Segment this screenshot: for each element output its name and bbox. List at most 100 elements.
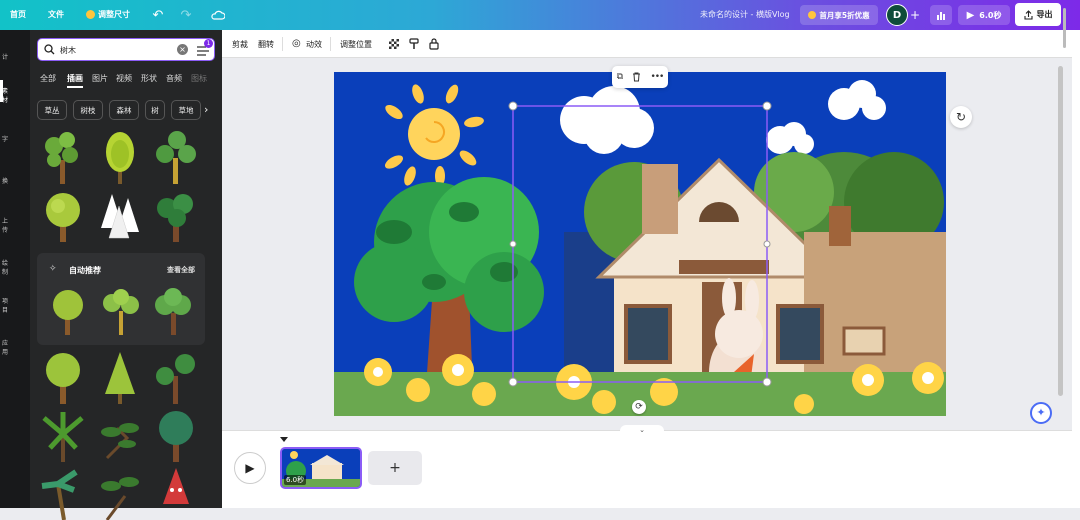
- tree-thumb[interactable]: [40, 130, 86, 186]
- paint-roller-icon[interactable]: [409, 38, 419, 50]
- tab-shapes[interactable]: 形状: [141, 73, 157, 84]
- auto-recommend-section: ✧ 自动推荐 查看全部: [37, 253, 205, 345]
- rail-item-elements[interactable]: 素材: [0, 86, 10, 104]
- tree-thumb[interactable]: [151, 287, 197, 335]
- palm-thumb[interactable]: [40, 464, 86, 520]
- chip-grass[interactable]: 草丛: [37, 100, 67, 120]
- bonsai-thumb[interactable]: [97, 408, 143, 464]
- resize-button[interactable]: 调整尺寸: [86, 9, 130, 20]
- see-all-link[interactable]: 查看全部: [167, 265, 195, 275]
- toolbar-divider: [282, 37, 283, 51]
- tree-thumb[interactable]: [40, 350, 86, 406]
- chip-tree[interactable]: 树: [145, 100, 165, 120]
- promo-label: 首月享5折优惠: [819, 10, 870, 20]
- more-options-icon[interactable]: •••: [650, 72, 664, 82]
- home-menu[interactable]: 首页: [10, 9, 26, 20]
- toolbar-divider: [330, 37, 331, 51]
- analytics-icon[interactable]: [930, 5, 952, 25]
- play-preview-button[interactable]: ▶ 6.0秒: [958, 5, 1010, 25]
- design-page[interactable]: [334, 72, 946, 416]
- tree-thumb[interactable]: [40, 188, 86, 244]
- vertical-scrollbar[interactable]: [1058, 66, 1063, 396]
- panel-tabs: 全部 插画 图片 视频 形状 音频 图标: [40, 73, 222, 88]
- magic-assist-icon[interactable]: ✦: [1030, 402, 1052, 424]
- context-toolbar: 剪裁 翻转 ◎ 动效 调整位置: [222, 30, 1072, 58]
- auto-recommend-title: 自动推荐: [69, 266, 101, 275]
- lock-icon[interactable]: [429, 38, 439, 50]
- chip-forest[interactable]: 森林: [109, 100, 139, 120]
- bonsai-thumb[interactable]: [97, 464, 143, 520]
- tree-thumb[interactable]: [97, 188, 143, 244]
- magic-sparkle-icon: ✧: [49, 264, 57, 274]
- rail-item-draw[interactable]: 绘制: [0, 258, 10, 276]
- transparency-icon[interactable]: [389, 39, 399, 49]
- playhead-marker[interactable]: [280, 437, 288, 442]
- left-rail-gutter: [10, 30, 30, 508]
- undo-icon[interactable]: ↶: [150, 7, 166, 23]
- rotate-handle-icon[interactable]: ⟳: [632, 400, 646, 414]
- play-timeline-button[interactable]: ▶: [234, 452, 266, 484]
- top-bar: 首页 文件 调整尺寸 ↶ ↷ 未命名的设计 - 横版Vlog 首月享5折优惠 D…: [0, 0, 1080, 30]
- tab-photos[interactable]: 图片: [92, 73, 108, 84]
- play-duration: 6.0秒: [979, 10, 1002, 20]
- rail-item-uploads[interactable]: 上传: [0, 216, 10, 234]
- cloud-save-icon[interactable]: [210, 7, 226, 23]
- duplicate-icon[interactable]: ⧉: [617, 72, 623, 82]
- trash-icon[interactable]: [632, 72, 641, 82]
- search-input[interactable]: 树木 × 1: [37, 38, 215, 61]
- animate-icon: ◎: [292, 38, 301, 49]
- chip-branch[interactable]: 树枝: [73, 100, 103, 120]
- promo-button[interactable]: 首月享5折优惠: [800, 5, 878, 25]
- tree-thumb[interactable]: [153, 408, 199, 464]
- add-page-button[interactable]: +: [368, 451, 422, 485]
- export-label: 导出: [1036, 10, 1053, 19]
- crown-icon: [86, 10, 95, 19]
- avatar[interactable]: D: [886, 4, 908, 26]
- tree-thumb[interactable]: [153, 350, 199, 406]
- position-button[interactable]: 调整位置: [340, 39, 372, 50]
- clear-search-icon[interactable]: ×: [177, 44, 188, 55]
- redo-icon[interactable]: ↷: [178, 7, 194, 23]
- tree-thumb[interactable]: [97, 130, 143, 186]
- rail-item-text[interactable]: 字: [0, 134, 10, 143]
- tab-videos[interactable]: 视频: [116, 73, 132, 84]
- rail-item-design[interactable]: 计: [0, 52, 10, 61]
- animate-button[interactable]: 动效: [306, 39, 322, 50]
- add-collaborator-icon[interactable]: +: [908, 7, 922, 23]
- clip-duration: 6.0秒: [284, 475, 307, 485]
- tree-thumb[interactable]: [153, 130, 199, 186]
- rail-item-apps[interactable]: 应用: [0, 338, 10, 356]
- tree-thumb[interactable]: [98, 287, 144, 335]
- tree-thumb[interactable]: [45, 287, 91, 335]
- export-button[interactable]: 导出: [1015, 3, 1061, 26]
- left-rail: 计 素材 字 换 上传 绘制 项目 应用: [0, 30, 10, 508]
- crop-button[interactable]: 剪裁: [232, 39, 248, 50]
- elements-panel: 树木 × 1 全部 插画 图片 视频 形状 音频 图标 草丛 树枝 森林 树 草…: [30, 30, 222, 520]
- right-edge: [1072, 30, 1080, 508]
- timeline-collapse-handle[interactable]: ⌄: [620, 425, 664, 435]
- timeline-clip[interactable]: 6.0秒: [280, 447, 362, 489]
- search-icon: [44, 44, 55, 55]
- tree-character-thumb[interactable]: [153, 464, 199, 520]
- tree-thumb[interactable]: [97, 350, 143, 406]
- tab-icons[interactable]: 图标: [191, 73, 207, 84]
- search-value: 树木: [60, 46, 76, 55]
- rail-item-brand[interactable]: 换: [0, 176, 10, 185]
- rail-item-projects[interactable]: 项目: [0, 296, 10, 314]
- share-icon: [1023, 9, 1033, 20]
- page-scroll-indicator[interactable]: [1063, 8, 1066, 48]
- resize-label: 调整尺寸: [98, 10, 130, 19]
- tab-all[interactable]: 全部: [40, 73, 56, 84]
- tab-illustrations[interactable]: 插画: [67, 73, 83, 88]
- canvas-area: 剪裁 翻转 ◎ 动效 调整位置 ⧉ ••• ⟳ ↻ ✦: [222, 30, 1072, 435]
- chip-meadow[interactable]: 草地: [171, 100, 201, 120]
- filter-icon[interactable]: 1: [196, 39, 213, 57]
- file-menu[interactable]: 文件: [48, 9, 64, 20]
- chips-next-icon[interactable]: ›: [204, 100, 216, 120]
- tab-audio[interactable]: 音频: [166, 73, 182, 84]
- flip-button[interactable]: 翻转: [258, 39, 274, 50]
- refresh-icon[interactable]: ↻: [950, 106, 972, 128]
- tree-thumb[interactable]: [153, 188, 199, 244]
- palm-thumb[interactable]: [40, 408, 86, 464]
- design-title[interactable]: 未命名的设计 - 横版Vlog: [700, 9, 790, 20]
